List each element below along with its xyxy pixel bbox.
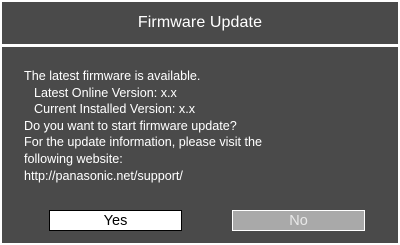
message-line-url: http://panasonic.net/support/ xyxy=(24,168,183,183)
no-button[interactable]: No xyxy=(232,210,365,231)
dialog-title: Firmware Update xyxy=(137,14,263,31)
dialog-message: The latest firmware is available. Latest… xyxy=(24,68,262,184)
yes-button[interactable]: Yes xyxy=(49,210,182,231)
message-line-online-version: Latest Online Version: x.x xyxy=(34,85,177,100)
message-line-info: For the update information, please visit… xyxy=(24,135,263,150)
dialog-title-bar: Firmware Update xyxy=(2,2,398,47)
message-line-question: Do you want to start firmware update? xyxy=(24,118,237,133)
message-line-available: The latest firmware is available. xyxy=(24,69,201,83)
message-line-website-label: following website: xyxy=(24,151,123,166)
firmware-update-dialog: Firmware Update The latest firmware is a… xyxy=(2,2,398,243)
message-line-installed-version: Current Installed Version: x.x xyxy=(34,102,195,117)
